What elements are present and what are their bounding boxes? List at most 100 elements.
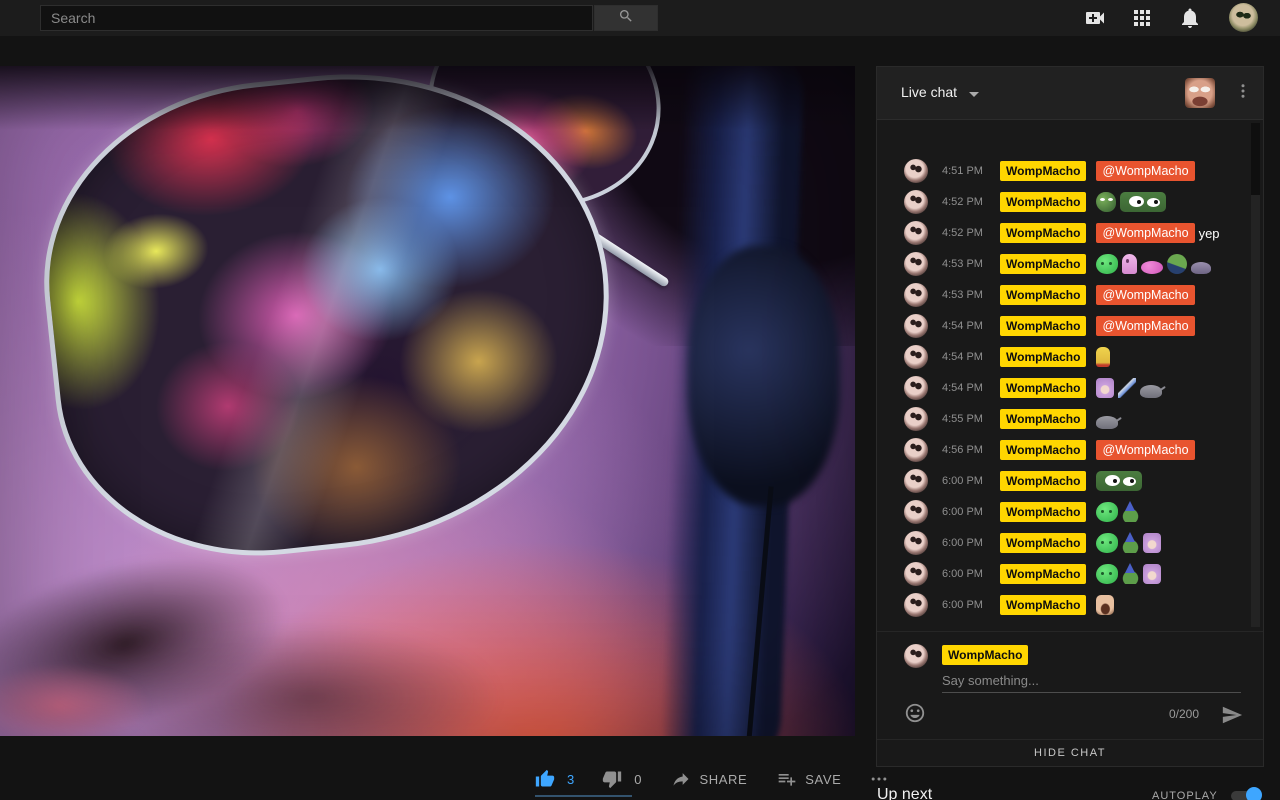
message-content: @WompMachoyep xyxy=(1096,223,1219,243)
dislike-count: 0 xyxy=(634,772,641,787)
chat-message: 6:00 PMWompMacho xyxy=(904,500,1245,524)
message-author-badge[interactable]: WompMacho xyxy=(1000,223,1086,243)
message-author-badge[interactable]: WompMacho xyxy=(1000,564,1086,584)
message-timestamp: 4:51 PM xyxy=(942,165,990,177)
up-next-heading: Up next xyxy=(877,786,932,800)
emote-green-blob-icon xyxy=(1096,564,1118,584)
emote-paintbrush-icon xyxy=(1118,378,1136,398)
message-content xyxy=(1096,595,1114,615)
hide-chat-button[interactable]: HIDE CHAT xyxy=(877,739,1263,766)
chat-author-avatar[interactable] xyxy=(904,407,928,431)
chat-author-avatar[interactable] xyxy=(904,500,928,524)
chat-author-avatar[interactable] xyxy=(904,376,928,400)
chevron-down-icon[interactable] xyxy=(969,92,979,97)
message-author-badge[interactable]: WompMacho xyxy=(1000,316,1086,336)
message-content xyxy=(1096,192,1166,212)
chat-author-avatar[interactable] xyxy=(904,283,928,307)
dislike-button[interactable] xyxy=(602,769,622,789)
chat-message: 4:52 PM WompMacho @WompMachoyep xyxy=(904,221,1245,245)
chat-title-dropdown[interactable]: Live chat xyxy=(901,84,957,100)
emote-green-blob-icon xyxy=(1096,533,1118,553)
chat-scrollbar-thumb[interactable] xyxy=(1251,123,1260,195)
notifications-bell-icon[interactable] xyxy=(1178,6,1202,30)
live-chat-panel: Live chat 4:51 PM WompMacho @WompMacho 4:52… xyxy=(876,66,1264,767)
message-timestamp: 4:53 PM xyxy=(942,258,990,270)
message-author-badge[interactable]: WompMacho xyxy=(1000,533,1086,553)
chat-emote-thumbnail[interactable] xyxy=(1185,78,1215,108)
chat-message: 4:54 PMWompMacho xyxy=(904,376,1245,400)
emote-anime-girl-icon xyxy=(1143,533,1161,553)
emote-rat-icon xyxy=(1096,416,1118,429)
autoplay-toggle-knob[interactable] xyxy=(1246,787,1262,800)
chat-self-name-badge: WompMacho xyxy=(942,645,1028,665)
message-timestamp: 4:53 PM xyxy=(942,289,990,301)
save-icon[interactable] xyxy=(777,769,797,789)
send-message-icon[interactable] xyxy=(1221,704,1243,726)
message-author-badge[interactable]: WompMacho xyxy=(1000,595,1086,615)
message-author-badge[interactable]: WompMacho xyxy=(1000,347,1086,367)
video-action-bar: 3 0 SHARE SAVE xyxy=(535,769,889,789)
chat-author-avatar[interactable] xyxy=(904,345,928,369)
message-content xyxy=(1096,410,1118,429)
chat-input-field[interactable]: Say something... xyxy=(942,673,1239,688)
message-author-badge[interactable]: WompMacho xyxy=(1000,440,1086,460)
chat-author-avatar[interactable] xyxy=(904,159,928,183)
chat-message: 4:51 PM WompMacho @WompMacho xyxy=(904,159,1245,183)
share-button[interactable]: SHARE xyxy=(699,772,747,787)
chat-input-section: WompMacho Say something... 0/200 xyxy=(877,631,1263,742)
save-button[interactable]: SAVE xyxy=(805,772,841,787)
message-content xyxy=(1096,564,1161,584)
message-author-badge[interactable]: WompMacho xyxy=(1000,502,1086,522)
emote-wide-pepe-icon xyxy=(1120,192,1166,212)
message-timestamp: 4:52 PM xyxy=(942,227,990,239)
chat-message: 6:00 PMWompMacho xyxy=(904,469,1245,493)
chat-author-avatar[interactable] xyxy=(904,252,928,276)
apps-grid-icon[interactable] xyxy=(1130,6,1154,30)
message-author-badge[interactable]: WompMacho xyxy=(1000,471,1086,491)
emote-anime-girl-icon xyxy=(1096,378,1114,398)
chat-author-avatar[interactable] xyxy=(904,469,928,493)
video-player[interactable] xyxy=(0,66,855,736)
message-author-badge[interactable]: WompMacho xyxy=(1000,161,1086,181)
message-timestamp: 4:54 PM xyxy=(942,320,990,332)
chat-message: 4:54 PM WompMacho @WompMacho xyxy=(904,314,1245,338)
emote-pink-slug-icon xyxy=(1141,261,1163,274)
char-counter: 0/200 xyxy=(1169,707,1199,721)
message-content: @WompMacho xyxy=(1096,161,1194,181)
search-button[interactable] xyxy=(594,5,658,31)
like-button[interactable] xyxy=(535,769,555,789)
emoji-picker-icon[interactable] xyxy=(904,702,926,724)
video-upload-icon[interactable] xyxy=(1083,6,1107,30)
mention-chip: @WompMacho xyxy=(1096,285,1194,305)
account-avatar[interactable] xyxy=(1229,3,1258,32)
chat-author-avatar[interactable] xyxy=(904,221,928,245)
chat-author-avatar[interactable] xyxy=(904,593,928,617)
chat-author-avatar[interactable] xyxy=(904,190,928,214)
message-content: @WompMacho xyxy=(1096,316,1194,336)
message-content: @WompMacho xyxy=(1096,285,1194,305)
message-timestamp: 6:00 PM xyxy=(942,537,990,549)
message-timestamp: 4:55 PM xyxy=(942,413,990,425)
message-author-badge[interactable]: WompMacho xyxy=(1000,378,1086,398)
chat-author-avatar[interactable] xyxy=(904,438,928,462)
emote-anime-girl-icon xyxy=(1143,564,1161,584)
message-content xyxy=(1096,254,1211,274)
message-author-badge[interactable]: WompMacho xyxy=(1000,254,1086,274)
emote-wide-pepe-icon xyxy=(1096,471,1142,491)
chat-message: 4:52 PMWompMacho xyxy=(904,190,1245,214)
emote-wizard-pepe-icon xyxy=(1122,502,1139,522)
chat-author-avatar[interactable] xyxy=(904,314,928,338)
share-icon[interactable] xyxy=(671,769,691,789)
kebab-menu-icon[interactable] xyxy=(1234,82,1254,104)
player-art-vignette xyxy=(0,66,855,736)
search-input[interactable] xyxy=(40,5,593,31)
chat-author-avatar[interactable] xyxy=(904,531,928,555)
message-author-badge[interactable]: WompMacho xyxy=(1000,409,1086,429)
chat-author-avatar[interactable] xyxy=(904,562,928,586)
chat-self-avatar[interactable] xyxy=(904,644,928,668)
chat-scrollbar-track[interactable] xyxy=(1251,123,1260,627)
message-author-badge[interactable]: WompMacho xyxy=(1000,192,1086,212)
message-author-badge[interactable]: WompMacho xyxy=(1000,285,1086,305)
chat-message: 6:00 PM WompMacho xyxy=(904,531,1245,555)
message-timestamp: 4:54 PM xyxy=(942,351,990,363)
